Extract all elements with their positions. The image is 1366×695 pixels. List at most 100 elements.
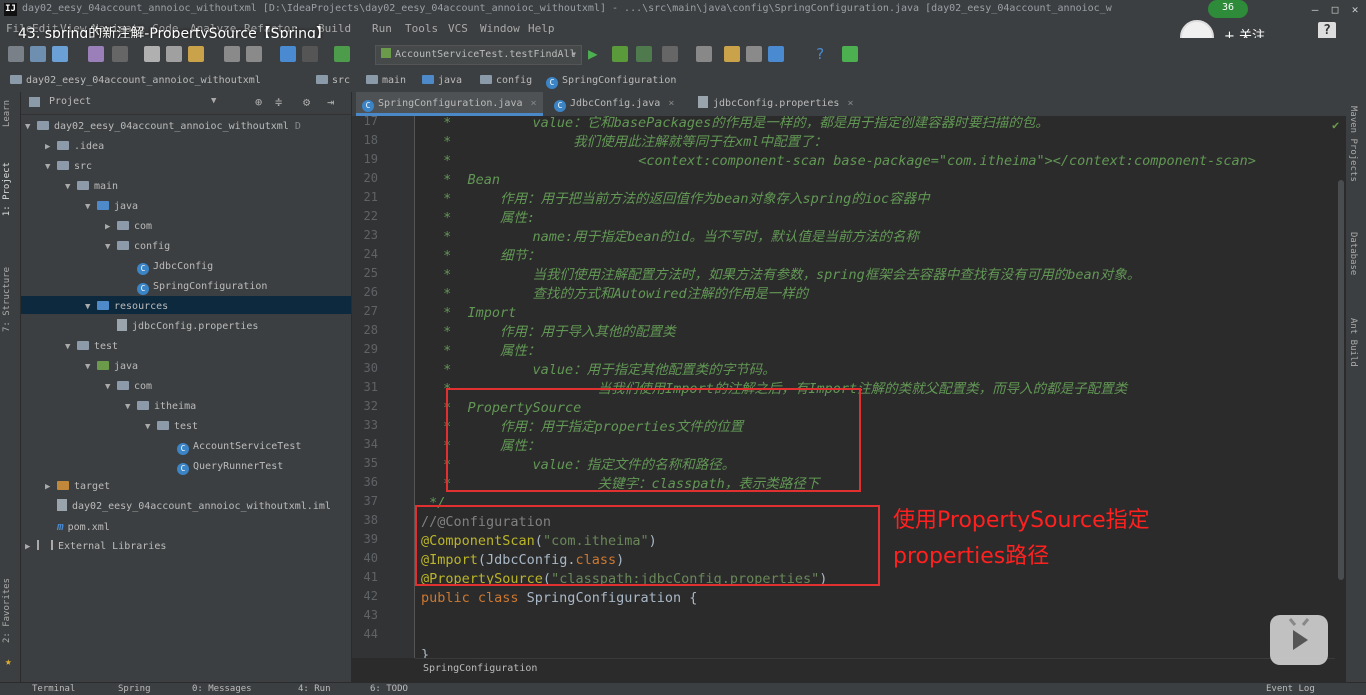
run-config-select[interactable]: AccountServiceTest.testFindAll ▾ bbox=[375, 45, 582, 65]
expanded-arrow-icon[interactable]: ▼ bbox=[125, 398, 137, 416]
expanded-arrow-icon[interactable]: ▼ bbox=[65, 338, 77, 356]
code-line[interactable]: * 属性： bbox=[435, 342, 540, 361]
tree-item[interactable]: ▼ test bbox=[65, 338, 118, 356]
tree-item[interactable]: m pom.xml bbox=[45, 518, 110, 536]
structure-tab[interactable]: 7: Structure bbox=[2, 267, 12, 332]
replace-icon[interactable] bbox=[246, 46, 262, 62]
tree-item[interactable]: ▼ src bbox=[45, 158, 92, 176]
expanded-arrow-icon[interactable]: ▼ bbox=[85, 358, 97, 376]
minimize-icon[interactable]: — bbox=[1306, 2, 1324, 17]
menu-tools[interactable]: Tools bbox=[405, 22, 438, 35]
vcs-icon[interactable] bbox=[696, 46, 712, 62]
stop-icon[interactable] bbox=[662, 46, 678, 62]
tree-item[interactable]: ▶ target bbox=[45, 478, 110, 496]
tree-item[interactable]: ▶ com bbox=[105, 218, 152, 236]
tree-item[interactable]: ▶ .idea bbox=[45, 138, 104, 156]
tab-jdbcconfig[interactable]: C JdbcConfig.java × bbox=[548, 92, 680, 116]
favorites-tab[interactable]: 2: Favorites bbox=[2, 578, 12, 643]
close-tab-icon[interactable]: × bbox=[668, 98, 674, 109]
code-line[interactable]: * 作用：用于导入其他的配置类 bbox=[435, 323, 675, 342]
expanded-arrow-icon[interactable]: ▼ bbox=[45, 158, 57, 176]
expanded-arrow-icon[interactable]: ▼ bbox=[65, 178, 77, 196]
menu-run[interactable]: Run bbox=[372, 22, 392, 35]
run-icon[interactable]: ▶ bbox=[588, 46, 604, 62]
tool-icon[interactable] bbox=[842, 46, 858, 62]
tree-item[interactable]: ▼ com bbox=[105, 378, 152, 396]
crumb-src[interactable]: src bbox=[316, 75, 350, 86]
coverage-icon[interactable] bbox=[636, 46, 652, 62]
debug-icon[interactable] bbox=[612, 46, 628, 62]
forward-icon[interactable] bbox=[302, 46, 318, 62]
collapsed-arrow-icon[interactable]: ▶ bbox=[25, 538, 37, 556]
tree-item[interactable]: ▼ java bbox=[85, 198, 138, 216]
tree-item[interactable]: C SpringConfiguration bbox=[125, 278, 267, 296]
tree-item[interactable]: C AccountServiceTest bbox=[165, 438, 301, 456]
project-structure-icon[interactable] bbox=[746, 46, 762, 62]
tree-item[interactable]: ▼ java bbox=[85, 358, 138, 376]
code-line[interactable]: * 属性: bbox=[435, 209, 535, 228]
close-tab-icon[interactable]: × bbox=[847, 98, 853, 109]
redo-icon[interactable] bbox=[112, 46, 128, 62]
code-line[interactable]: * Import bbox=[435, 304, 516, 323]
code-line[interactable]: * 我们使用此注解就等同于在xml中配置了： bbox=[435, 133, 827, 152]
code-line[interactable]: * value：用于指定其他配置类的字节码。 bbox=[435, 361, 776, 380]
code-line[interactable]: * 当我们使用注解配置方法时，如果方法有参数，spring框架会去容器中查找有没… bbox=[435, 266, 1140, 285]
expanded-arrow-icon[interactable]: ▼ bbox=[105, 238, 117, 256]
menu-window[interactable]: Window bbox=[480, 22, 520, 35]
maximize-icon[interactable]: □ bbox=[1326, 2, 1344, 17]
collapse-icon[interactable]: ≑ bbox=[275, 95, 282, 109]
tree-item[interactable]: ▼ config bbox=[105, 238, 170, 256]
tab-jdbcconfig-properties[interactable]: jdbcConfig.properties × bbox=[692, 92, 859, 116]
todo-tab[interactable]: 6: TODO bbox=[370, 684, 408, 694]
paste-icon[interactable] bbox=[188, 46, 204, 62]
terminal-tab[interactable]: Terminal bbox=[32, 684, 75, 694]
editor-breadcrumb-item[interactable]: SpringConfiguration bbox=[423, 663, 537, 674]
expanded-arrow-icon[interactable]: ▼ bbox=[85, 298, 97, 316]
messages-tab[interactable]: 0: Messages bbox=[192, 684, 252, 694]
tree-item[interactable]: ▶ External Libraries bbox=[25, 538, 166, 556]
sdk-icon[interactable] bbox=[768, 46, 784, 62]
undo-icon[interactable] bbox=[88, 46, 104, 62]
hide-icon[interactable]: ⇥ bbox=[327, 95, 334, 109]
tree-item[interactable]: ▼ test bbox=[145, 418, 198, 436]
collapsed-arrow-icon[interactable]: ▶ bbox=[45, 478, 57, 496]
code-line[interactable]: * 查找的方式和Autowired注解的作用是一样的 bbox=[435, 285, 808, 304]
find-icon[interactable] bbox=[224, 46, 240, 62]
code-line[interactable]: public class SpringConfiguration { bbox=[421, 589, 697, 608]
help-toolbar-icon[interactable]: ? bbox=[812, 46, 828, 62]
gear-icon[interactable]: ⚙ bbox=[303, 95, 310, 109]
save-icon[interactable] bbox=[30, 46, 46, 62]
collapsed-arrow-icon[interactable]: ▶ bbox=[105, 218, 117, 236]
crumb-main[interactable]: main bbox=[366, 75, 406, 86]
event-log-tab[interactable]: Event Log bbox=[1266, 684, 1315, 694]
tree-item[interactable]: ▼ main bbox=[65, 178, 118, 196]
tree-item[interactable]: C QueryRunnerTest bbox=[165, 458, 283, 476]
crumb-class[interactable]: C SpringConfiguration bbox=[546, 75, 676, 89]
locate-icon[interactable]: ⊕ bbox=[255, 95, 262, 109]
back-icon[interactable] bbox=[280, 46, 296, 62]
collapsed-arrow-icon[interactable]: ▶ bbox=[45, 138, 57, 156]
ant-build-tab[interactable]: Ant Build bbox=[1348, 318, 1358, 367]
menu-vcs[interactable]: VCS bbox=[448, 22, 468, 35]
settings-icon[interactable] bbox=[724, 46, 740, 62]
tree-item[interactable]: C JdbcConfig bbox=[125, 258, 213, 276]
cut-icon[interactable] bbox=[144, 46, 160, 62]
scroll-thumb[interactable] bbox=[1338, 180, 1344, 580]
learn-tab[interactable]: Learn bbox=[2, 100, 12, 127]
tree-item[interactable]: ▼ itheima bbox=[125, 398, 196, 416]
expanded-arrow-icon[interactable]: ▼ bbox=[145, 418, 157, 436]
code-line[interactable]: * Bean bbox=[435, 171, 500, 190]
crumb-config[interactable]: config bbox=[480, 75, 532, 86]
code-line[interactable]: * 作用：用于把当前方法的返回值作为bean对象存入spring的ioc容器中 bbox=[435, 190, 930, 209]
run-tab[interactable]: 4: Run bbox=[298, 684, 331, 694]
close-icon[interactable]: ✕ bbox=[1346, 2, 1364, 17]
crumb-java[interactable]: java bbox=[422, 75, 462, 86]
expanded-arrow-icon[interactable]: ▼ bbox=[85, 198, 97, 216]
tree-item[interactable]: jdbcConfig.properties bbox=[105, 318, 258, 336]
code-line[interactable]: * value：它和basePackages的作用是一样的，都是用于指定创建容器… bbox=[435, 116, 1049, 133]
tab-springconfiguration[interactable]: C SpringConfiguration.java × bbox=[356, 92, 543, 116]
expanded-arrow-icon[interactable]: ▼ bbox=[105, 378, 117, 396]
chevron-down-icon[interactable]: ▼ bbox=[211, 96, 216, 106]
code-line[interactable]: * name:用于指定bean的id。当不写时，默认值是当前方法的名称 bbox=[435, 228, 919, 247]
close-tab-icon[interactable]: × bbox=[531, 98, 537, 109]
